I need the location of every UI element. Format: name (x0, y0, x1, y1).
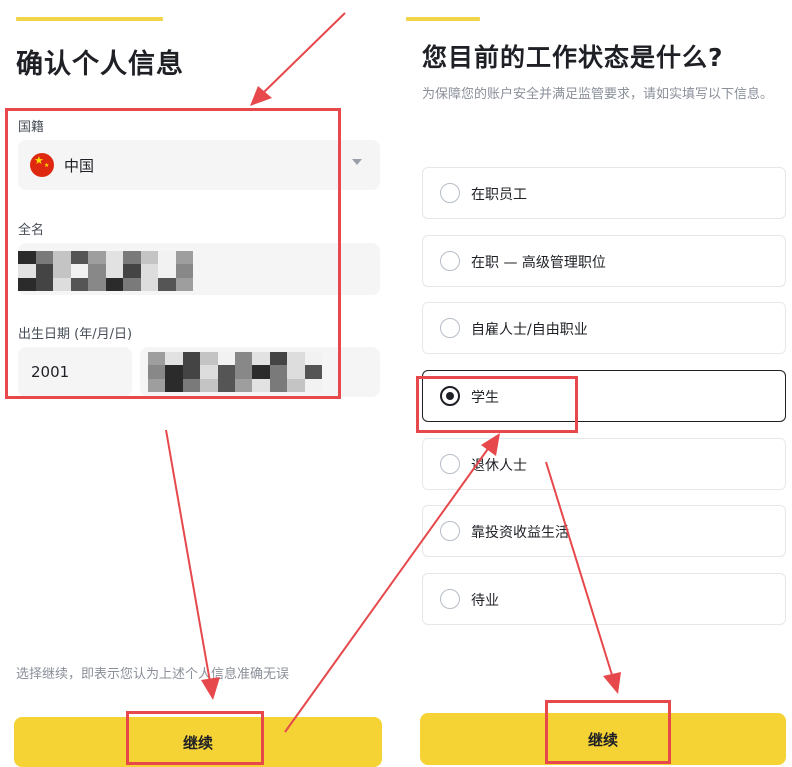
radio-icon (440, 251, 460, 271)
radio-icon (440, 183, 460, 203)
radio-icon (440, 589, 460, 609)
option-self-employed[interactable]: 自雇人士/自由职业 (422, 302, 786, 354)
radio-icon (440, 521, 460, 541)
option-label: 待业 (471, 593, 499, 609)
page-title: 确认个人信息 (16, 49, 184, 80)
redacted-dob (148, 352, 322, 392)
nationality-select[interactable]: ★ ★ 中国 (18, 140, 380, 190)
employment-status-screen: 您目前的工作状态是什么? 为保障您的账户安全并满足监管要求，请如实填写以下信息。… (404, 0, 792, 767)
fullname-field[interactable] (18, 243, 380, 295)
nationality-label: 国籍 (18, 120, 45, 135)
dob-year-field[interactable]: 2001 (18, 347, 132, 397)
fullname-label: 全名 (18, 223, 45, 238)
radio-selected-icon (440, 386, 460, 406)
option-label: 学生 (471, 390, 499, 406)
option-label: 退休人士 (471, 458, 527, 474)
option-label: 靠投资收益生活 (471, 525, 569, 541)
radio-icon (440, 454, 460, 474)
redacted-name (18, 251, 193, 291)
dob-year-value: 2001 (31, 363, 70, 381)
dob-label: 出生日期 (年/月/日) (18, 327, 133, 342)
option-retired[interactable]: 退休人士 (422, 438, 786, 490)
option-employed[interactable]: 在职员工 (422, 167, 786, 219)
china-flag-icon: ★ ★ (30, 153, 54, 177)
option-label: 自雇人士/自由职业 (471, 322, 588, 338)
progress-bar (406, 17, 480, 21)
option-unemployed[interactable]: 待业 (422, 573, 786, 625)
personal-info-screen: 确认个人信息 国籍 ★ ★ 中国 全名 出生日期 (年/月/日) 2001 选择继… (0, 0, 396, 767)
dob-month-day-field[interactable] (140, 347, 380, 397)
progress-bar (16, 17, 163, 21)
chevron-down-icon (352, 159, 362, 165)
consent-text: 选择继续，即表示您认为上述个人信息准确无误 (16, 667, 290, 682)
option-student[interactable]: 学生 (422, 370, 786, 422)
radio-icon (440, 318, 460, 338)
continue-button[interactable]: 继续 (14, 717, 382, 767)
continue-button[interactable]: 继续 (420, 713, 786, 765)
option-investment-income[interactable]: 靠投资收益生活 (422, 505, 786, 557)
option-label: 在职员工 (471, 187, 527, 203)
option-label: 在职 — 高级管理职位 (471, 255, 606, 271)
option-senior-management[interactable]: 在职 — 高级管理职位 (422, 235, 786, 287)
page-title: 您目前的工作状态是什么? (422, 43, 724, 72)
nationality-value: 中国 (64, 157, 95, 175)
page-subtitle: 为保障您的账户安全并满足监管要求，请如实填写以下信息。 (422, 87, 774, 102)
